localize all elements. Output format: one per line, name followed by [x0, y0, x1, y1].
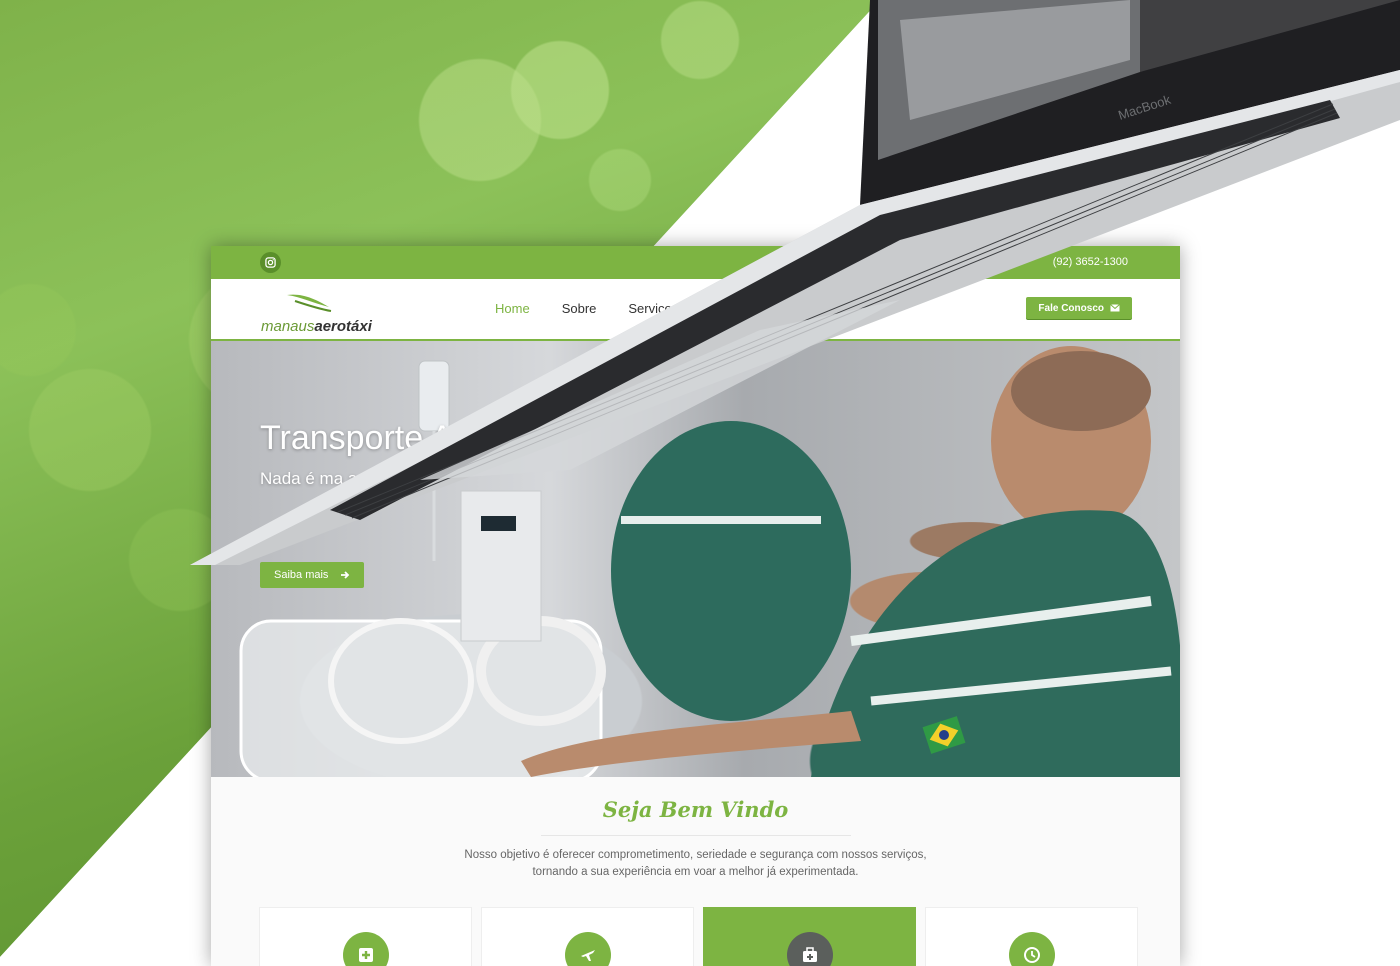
- nav-item-sobre[interactable]: Sobre: [562, 301, 597, 316]
- hero-banner: Transporte A Nada é ma a vida Saiba mais: [211, 341, 1180, 777]
- website-preview: (92) 3652-1300 manausaerotáxi Home Sobre…: [211, 246, 1180, 966]
- main-nav: Home Sobre Serviços: [495, 301, 710, 316]
- nav-item-servicos[interactable]: Serviços: [628, 301, 678, 316]
- hero-subtitle: Nada é ma a vida: [260, 469, 394, 488]
- airplane-icon: [565, 932, 611, 966]
- logo-text-part2: aerotáxi: [314, 318, 372, 335]
- logo-swoosh-icon: [287, 294, 332, 312]
- learn-more-button[interactable]: Saiba mais: [260, 562, 365, 588]
- logo[interactable]: manausaerotáxi: [261, 291, 381, 335]
- nav-item-home[interactable]: Home: [495, 301, 530, 316]
- welcome-title: Seja Bem Vindo: [602, 797, 789, 822]
- clock-icon: [1009, 932, 1055, 966]
- contact-button[interactable]: Fale Conosco: [1026, 297, 1132, 319]
- welcome-text-line2: tornando a sua experiência em voar a mel…: [532, 866, 859, 878]
- divider: [541, 835, 851, 836]
- welcome-section: Seja Bem Vindo Nosso objetivo é oferecer…: [211, 777, 1180, 966]
- hero-title: Transporte A: [260, 419, 454, 457]
- top-bar: (92) 3652-1300: [211, 246, 1180, 279]
- navbar: manausaerotáxi Home Sobre Serviços Fale …: [211, 279, 1180, 341]
- medical-plus-icon: [343, 932, 389, 966]
- medkit-icon: [787, 932, 833, 966]
- service-card-active[interactable]: [703, 907, 916, 966]
- service-card[interactable]: [481, 907, 694, 966]
- service-card[interactable]: [259, 907, 472, 966]
- welcome-text: Nosso objetivo é oferecer comprometiment…: [211, 847, 1180, 881]
- learn-more-label: Saiba mais: [274, 569, 329, 581]
- service-card[interactable]: [925, 907, 1138, 966]
- phone-number: (92) 3652-1300: [1052, 256, 1128, 268]
- arrow-right-icon: [341, 571, 350, 579]
- hero-photo: [239, 346, 1180, 777]
- envelope-icon: [1110, 304, 1120, 312]
- service-cards: [259, 907, 1138, 966]
- instagram-icon[interactable]: [260, 252, 281, 273]
- contact-button-label: Fale Conosco: [1038, 302, 1104, 314]
- logo-text: manausaerotáxi: [261, 318, 372, 335]
- logo-text-part1: manaus: [261, 318, 315, 335]
- welcome-text-line1: Nosso objetivo é oferecer comprometiment…: [464, 849, 927, 861]
